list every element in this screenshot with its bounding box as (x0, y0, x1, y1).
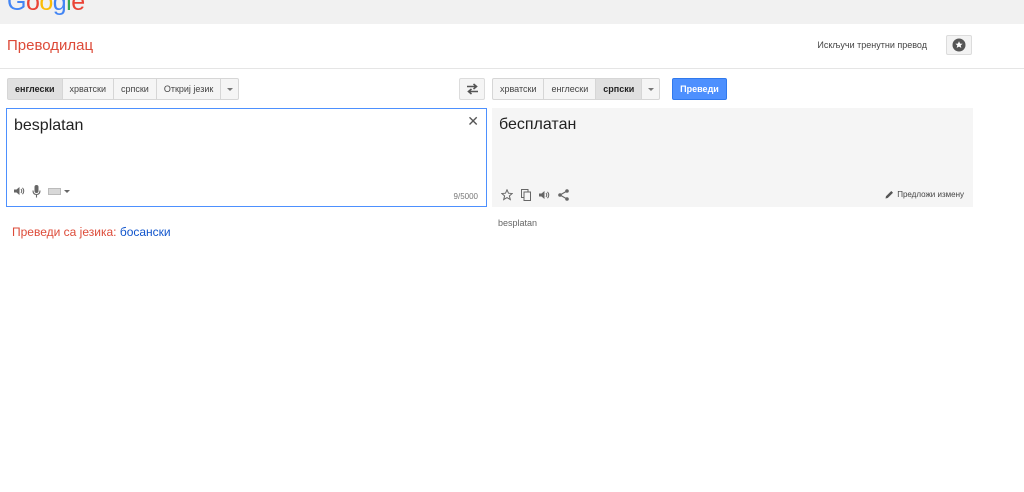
speaker-icon[interactable] (14, 186, 25, 196)
logo-letter: G (7, 0, 26, 16)
translate-from-suggestion: Преведи са језика: босански (12, 225, 171, 239)
share-icon[interactable] (558, 189, 569, 201)
pencil-icon (885, 191, 894, 199)
translate-from-label: Преведи са језика: (12, 225, 117, 239)
speaker-icon[interactable] (539, 190, 550, 200)
target-lang-dropdown[interactable] (642, 78, 661, 100)
source-tools (14, 182, 70, 200)
star-circle-icon (952, 38, 966, 52)
source-lang-croatian[interactable]: хрватски (62, 78, 114, 100)
logo-letter: e (71, 0, 85, 16)
logo-letter: o (39, 0, 53, 16)
translated-text: бесплатан (499, 116, 577, 133)
source-lang-detect[interactable]: Откриј језик (156, 78, 222, 100)
target-language-bar: хрватски енглески српски (492, 78, 661, 100)
target-lang-serbian[interactable]: српски (596, 78, 643, 100)
logo-letter: g (52, 0, 67, 16)
suggested-language-link[interactable]: босански (120, 225, 171, 239)
result-tools (501, 189, 569, 201)
suggest-edit-link[interactable]: Предложи измену (885, 190, 964, 199)
phrasebook-button[interactable] (946, 35, 972, 55)
source-text[interactable]: besplatan (14, 117, 83, 135)
swap-arrows-icon (467, 83, 478, 95)
star-icon[interactable] (501, 189, 513, 201)
translate-header: Преводилац Искључи тренутни превод (0, 24, 1024, 69)
page-title[interactable]: Преводилац (7, 37, 93, 54)
swap-languages-button[interactable] (459, 78, 485, 100)
suggest-edit-label: Предложи измену (897, 190, 964, 199)
character-count: 9/5000 (453, 192, 478, 201)
keyboard-icon[interactable] (48, 182, 61, 200)
transliteration: besplatan (498, 218, 538, 228)
google-top-bar: Google (0, 0, 1024, 24)
target-lang-english[interactable]: енглески (544, 78, 597, 100)
source-language-bar: енглески хрватски српски Откриј језик (7, 78, 240, 100)
google-logo[interactable]: Google (7, 0, 85, 17)
source-lang-dropdown[interactable] (221, 78, 240, 100)
source-text-area[interactable]: besplatan ✕ 9/5000 (6, 108, 487, 207)
clear-icon[interactable]: ✕ (467, 114, 479, 128)
chevron-down-icon[interactable] (64, 189, 70, 193)
source-lang-serbian[interactable]: српски (113, 78, 157, 100)
source-lang-english[interactable]: енглески (7, 78, 63, 100)
copy-icon[interactable] (521, 189, 531, 201)
translation-result-area: бесплатан Предложи измену (492, 108, 973, 207)
translate-button[interactable]: Преведи (672, 78, 727, 100)
instant-translation-toggle[interactable]: Искључи тренутни превод (817, 40, 927, 50)
target-lang-croatian[interactable]: хрватски (492, 78, 545, 100)
microphone-icon[interactable] (32, 184, 41, 198)
logo-letter: o (25, 0, 40, 16)
